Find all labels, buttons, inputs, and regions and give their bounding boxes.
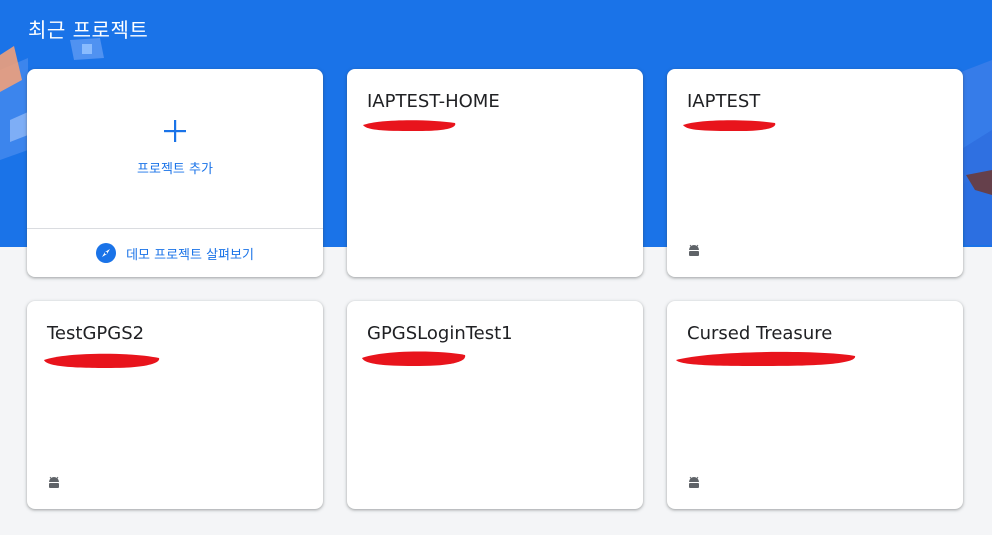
project-name: TestGPGS2 <box>47 323 145 344</box>
android-icon <box>689 476 699 488</box>
explore-demo-project-link[interactable]: 데모 프로젝트 살펴보기 <box>27 229 323 277</box>
redaction-mark <box>363 120 456 131</box>
add-project-card: 프로젝트 추가 데모 프로젝트 살펴보기 <box>27 69 323 277</box>
compass-icon <box>96 243 117 263</box>
add-project-button[interactable]: 프로젝트 추가 <box>27 69 323 228</box>
project-card[interactable]: TestGPGS2 <box>27 301 323 509</box>
explore-demo-label: 데모 프로젝트 살펴보기 <box>126 247 254 263</box>
redaction-mark <box>683 120 776 131</box>
project-name: Cursed Treasure <box>687 323 833 344</box>
redaction-mark <box>676 351 856 366</box>
section-title: 최근 프로젝트 <box>28 18 149 42</box>
project-card[interactable]: GPGSLoginTest1 <box>347 301 643 509</box>
plus-icon <box>164 120 186 142</box>
android-icon <box>689 244 699 256</box>
project-card[interactable]: IAPTEST <box>667 69 963 277</box>
project-card[interactable]: IAPTEST-HOME <box>347 69 643 277</box>
redaction-mark <box>44 353 160 368</box>
android-icon <box>49 476 59 488</box>
redaction-mark <box>362 351 466 366</box>
project-card[interactable]: Cursed Treasure <box>667 301 963 509</box>
project-name: IAPTEST <box>687 91 761 112</box>
project-name: GPGSLoginTest1 <box>367 323 513 344</box>
project-name: IAPTEST-HOME <box>367 91 500 112</box>
add-project-label: 프로젝트 추가 <box>137 162 213 177</box>
